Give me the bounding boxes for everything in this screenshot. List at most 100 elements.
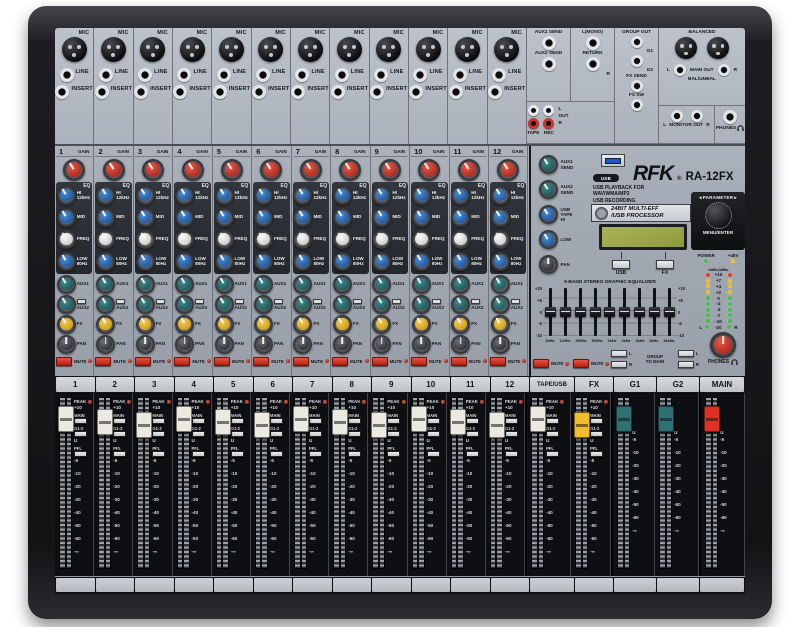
aux1-knob[interactable] [412, 275, 431, 294]
eq-low-knob[interactable] [57, 252, 76, 271]
fx-knob[interactable] [372, 315, 391, 334]
pan-knob[interactable] [57, 335, 76, 354]
aux2-knob[interactable] [491, 295, 510, 314]
aux2-knob[interactable] [175, 295, 194, 314]
phones-knob[interactable] [710, 332, 736, 358]
eq-mid-freq-knob[interactable] [57, 230, 76, 249]
group-assign-button[interactable] [590, 431, 603, 437]
geq-slider[interactable] [619, 307, 630, 317]
eq-mid-knob[interactable] [136, 208, 155, 227]
fx-knob[interactable] [333, 315, 352, 334]
eq-low-knob[interactable] [491, 252, 510, 271]
aux-pre-post-button[interactable] [432, 299, 441, 304]
eq-hi-knob[interactable] [491, 186, 510, 205]
main-assign-button[interactable] [231, 418, 244, 424]
fx-knob[interactable] [451, 315, 470, 334]
g2-fader[interactable] [658, 406, 674, 432]
fx-knob[interactable] [175, 315, 194, 334]
aux2-knob[interactable] [333, 295, 352, 314]
eq-mid-knob[interactable] [451, 208, 470, 227]
eq-mid-freq-knob[interactable] [491, 230, 510, 249]
eq-hi-knob[interactable] [293, 186, 312, 205]
master-knob[interactable] [539, 205, 558, 224]
pfl-button[interactable] [348, 451, 361, 457]
fx-knob[interactable] [96, 315, 115, 334]
master-knob[interactable] [539, 180, 558, 199]
eq-low-knob[interactable] [412, 252, 431, 271]
aux2-knob[interactable] [96, 295, 115, 314]
channel-8-fader[interactable] [332, 409, 348, 435]
eq-hi-knob[interactable] [175, 186, 194, 205]
channel-4-fader[interactable] [176, 406, 192, 432]
aux-pre-post-button[interactable] [195, 299, 204, 304]
main-assign-button[interactable] [466, 418, 479, 424]
eq-low-knob[interactable] [215, 252, 234, 271]
aux2-knob[interactable] [57, 295, 76, 314]
eq-mid-freq-knob[interactable] [412, 230, 431, 249]
eq-low-knob[interactable] [136, 252, 155, 271]
group-assign-button[interactable] [152, 431, 165, 437]
mute-button[interactable] [451, 357, 467, 366]
aux1-knob[interactable] [333, 275, 352, 294]
aux1-knob[interactable] [215, 275, 234, 294]
eq-mid-freq-knob[interactable] [451, 230, 470, 249]
fx-knob[interactable] [491, 315, 510, 334]
pfl-button[interactable] [113, 451, 126, 457]
channel-9-fader[interactable] [371, 412, 387, 438]
usb-mode-button[interactable] [612, 260, 630, 269]
main-assign-button[interactable] [309, 418, 322, 424]
eq-low-knob[interactable] [175, 252, 194, 271]
gain-knob[interactable] [221, 159, 243, 181]
g1-to-main-r-button[interactable] [611, 361, 627, 368]
g2-to-main-r-button[interactable] [678, 361, 694, 368]
aux1-knob[interactable] [372, 275, 391, 294]
fx-fader[interactable] [574, 412, 590, 438]
channel-5-fader[interactable] [215, 409, 231, 435]
pan-knob[interactable] [333, 335, 352, 354]
gain-knob[interactable] [103, 159, 125, 181]
tape-usb-fader[interactable] [530, 406, 546, 432]
channel-11-fader[interactable] [450, 409, 466, 435]
group-assign-button[interactable] [348, 431, 361, 437]
group-assign-button[interactable] [466, 431, 479, 437]
gain-knob[interactable] [497, 159, 519, 181]
geq-slider[interactable] [634, 307, 645, 317]
eq-mid-freq-knob[interactable] [96, 230, 115, 249]
channel-12-fader[interactable] [489, 412, 505, 438]
pfl-button[interactable] [309, 451, 322, 457]
eq-mid-knob[interactable] [175, 208, 194, 227]
gain-knob[interactable] [63, 159, 85, 181]
g1-fader[interactable] [616, 406, 632, 432]
pfl-button[interactable] [192, 451, 205, 457]
fx-knob[interactable] [136, 315, 155, 334]
eq-mid-knob[interactable] [254, 208, 273, 227]
geq-slider[interactable] [575, 307, 586, 317]
eq-mid-freq-knob[interactable] [136, 230, 155, 249]
aux-pre-post-button[interactable] [353, 299, 362, 304]
eq-mid-knob[interactable] [96, 208, 115, 227]
gain-knob[interactable] [418, 159, 440, 181]
pfl-button[interactable] [231, 451, 244, 457]
eq-mid-knob[interactable] [215, 208, 234, 227]
gain-knob[interactable] [339, 159, 361, 181]
aux-pre-post-button[interactable] [274, 299, 283, 304]
aux1-knob[interactable] [136, 275, 155, 294]
pan-knob[interactable] [254, 335, 273, 354]
eq-low-knob[interactable] [293, 252, 312, 271]
gain-knob[interactable] [300, 159, 322, 181]
group-assign-button[interactable] [505, 431, 518, 437]
group-assign-button[interactable] [113, 431, 126, 437]
aux2-knob[interactable] [215, 295, 234, 314]
group-assign-button[interactable] [427, 431, 440, 437]
main-assign-button[interactable] [113, 418, 126, 424]
pan-knob[interactable] [215, 335, 234, 354]
aux2-knob[interactable] [254, 295, 273, 314]
mute-button[interactable] [56, 357, 72, 366]
aux-pre-post-button[interactable] [392, 299, 401, 304]
eq-hi-knob[interactable] [451, 186, 470, 205]
aux-pre-post-button[interactable] [116, 299, 125, 304]
eq-low-knob[interactable] [451, 252, 470, 271]
group-assign-button[interactable] [546, 431, 559, 437]
aux-pre-post-button[interactable] [235, 299, 244, 304]
eq-mid-freq-knob[interactable] [254, 230, 273, 249]
